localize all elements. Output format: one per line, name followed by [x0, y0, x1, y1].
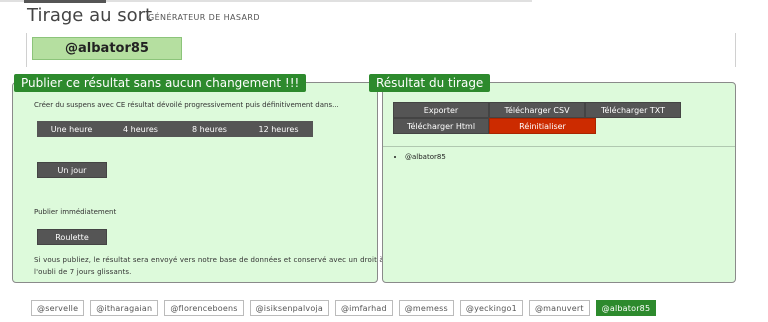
publish-note: Si vous publiez, le résultat sera envoyé…: [34, 256, 384, 276]
delay-one-hour-button[interactable]: Une heure: [37, 121, 106, 137]
publish-panel-tab: Publier ce résultat sans aucun changemen…: [14, 74, 307, 92]
participant-tag[interactable]: @memess: [398, 300, 454, 316]
participant-tag-selected[interactable]: @albator85: [595, 300, 657, 316]
result-list: @albator85: [395, 153, 446, 161]
result-panel-tab: Résultat du tirage: [369, 74, 491, 92]
publish-panel: Créer du suspens avec CE résultat dévoil…: [12, 82, 384, 283]
participant-tag[interactable]: @yeckingo1: [459, 300, 523, 316]
download-html-button[interactable]: Télécharger Html: [393, 118, 489, 134]
page-subtitle: GÉNÉRATEUR DE HASARD: [148, 13, 260, 22]
reset-button[interactable]: Réinitialiser: [489, 118, 596, 134]
delay-12-hours-button[interactable]: 12 heures: [244, 121, 313, 137]
result-item: @albator85: [405, 153, 446, 161]
winner-badge: @albator85: [32, 37, 182, 60]
result-divider: [383, 146, 735, 147]
result-actions: Exporter Télécharger CSV Télécharger TXT…: [393, 102, 683, 134]
delay-4-hours-button[interactable]: 4 heures: [106, 121, 175, 137]
download-txt-button[interactable]: Télécharger TXT: [585, 102, 681, 118]
participant-tag[interactable]: @isiksenpalvoja: [249, 300, 329, 316]
delay-button-group: Une heure 4 heures 8 heures 12 heures: [37, 121, 313, 137]
delay-8-hours-button[interactable]: 8 heures: [175, 121, 244, 137]
roulette-button[interactable]: Roulette: [37, 229, 107, 245]
top-rule-accent: [24, 0, 106, 3]
page-title: Tirage au sort: [27, 5, 153, 26]
participant-tag[interactable]: @florenceboens: [164, 300, 244, 316]
winner-section: @albator85: [26, 33, 736, 67]
result-panel: Exporter Télécharger CSV Télécharger TXT…: [382, 82, 736, 283]
immediate-label: Publier immédiatement: [34, 208, 117, 216]
download-csv-button[interactable]: Télécharger CSV: [489, 102, 585, 118]
publish-intro: Créer du suspens avec CE résultat dévoil…: [34, 101, 339, 109]
participant-tag[interactable]: @manuvert: [528, 300, 590, 316]
participant-tag[interactable]: @servelle: [31, 300, 85, 316]
participant-tags: @servelle @itharagaian @florenceboens @i…: [31, 300, 657, 316]
delay-one-day-button[interactable]: Un jour: [37, 162, 107, 178]
participant-tag[interactable]: @imfarhad: [334, 300, 393, 316]
export-button[interactable]: Exporter: [393, 102, 489, 118]
participant-tag[interactable]: @itharagaian: [90, 300, 159, 316]
